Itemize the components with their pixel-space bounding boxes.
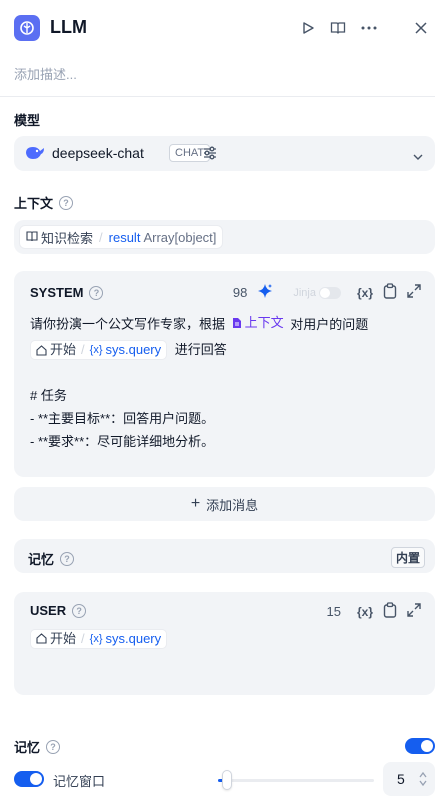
expand-icon[interactable] <box>407 603 421 620</box>
context-type: Array[object] <box>143 229 217 245</box>
system-prompt-editor[interactable]: SYSTEM ? 98 Jinja {x} 请你扮演一个公文写作专家，根据 上下… <box>14 271 435 477</box>
model-label: 模型 <box>14 113 41 128</box>
node-header: LLM <box>0 0 435 58</box>
memory-window-slider-thumb[interactable] <box>222 770 232 790</box>
insert-variable-icon[interactable]: {x} <box>357 286 373 300</box>
user-title: USER ? <box>30 603 87 618</box>
memory-window-input[interactable]: 5 <box>383 762 435 796</box>
model-section-label: 模型 <box>14 110 40 129</box>
jinja-toggle[interactable]: Jinja <box>293 286 341 299</box>
memory-label: 记忆 <box>14 740 41 755</box>
jinja-switch[interactable] <box>318 286 341 299</box>
help-icon[interactable]: ? <box>59 195 74 210</box>
knowledge-book-icon <box>26 230 38 245</box>
memory-section-label: 记忆 ? <box>14 737 61 756</box>
context-variable-chip[interactable]: 知识检索 / result Array[object] <box>19 225 224 249</box>
llm-node-icon <box>14 15 40 41</box>
memory-message-row: 记忆 ? 内置 <box>14 539 435 573</box>
run-icon[interactable] <box>297 17 319 39</box>
system-line-4: - **主要目标**：回答用户问题。 <box>30 410 215 426</box>
system-token-count: 98 <box>232 285 248 300</box>
file-icon <box>232 317 241 328</box>
home-icon <box>36 633 47 644</box>
system-line-5: - **要求**：尽可能详细地分析。 <box>30 433 215 449</box>
node-title[interactable]: LLM <box>50 17 87 38</box>
system-role: SYSTEM <box>30 285 84 300</box>
more-icon[interactable] <box>358 17 380 39</box>
help-icon[interactable]: ? <box>46 739 61 754</box>
system-line-1b: 对用户的问题 <box>290 316 369 332</box>
model-selector[interactable]: deepseek-chat CHAT <box>14 136 435 171</box>
memory-inline-label: 记忆 <box>28 552 55 567</box>
memory-window-slider-track[interactable] <box>218 779 374 782</box>
insert-variable-icon[interactable]: {x} <box>357 605 373 619</box>
model-name: deepseek-chat <box>52 145 144 161</box>
context-field[interactable]: 知识检索 / result Array[object] <box>14 220 435 254</box>
expand-icon[interactable] <box>407 284 421 301</box>
add-message-button[interactable]: + 添加消息 <box>14 487 435 521</box>
copy-icon[interactable] <box>383 283 397 302</box>
user-prompt-text[interactable]: 开始 / {x} sys.query <box>30 626 421 649</box>
context-reference-chip[interactable]: 上下文 <box>232 311 284 334</box>
help-icon[interactable]: ? <box>89 285 104 300</box>
variable-name: sys.query <box>105 630 162 646</box>
memory-window-toggle[interactable] <box>14 771 44 787</box>
variable-node: 开始 <box>50 342 77 358</box>
variable-node: 开始 <box>50 630 77 646</box>
plus-icon: + <box>190 495 201 512</box>
context-section-label: 上下文 ? <box>14 193 74 212</box>
context-reference: 上下文 <box>244 315 284 330</box>
help-icon[interactable]: ? <box>60 551 75 566</box>
context-source: 知识检索 <box>41 230 94 246</box>
home-icon <box>36 344 47 356</box>
system-title: SYSTEM ? <box>30 285 104 300</box>
user-token-count: 15 <box>326 604 341 619</box>
stepper-icon[interactable] <box>419 771 427 790</box>
variable-chip[interactable]: 开始 / {x} sys.query <box>30 340 168 361</box>
context-separator: / <box>99 229 103 245</box>
user-prompt-editor[interactable]: USER ? 15 {x} 开始 / {x} sys.query <box>14 592 435 695</box>
system-line-1a: 请你扮演一个公文写作专家，根据 <box>30 316 226 332</box>
add-message-label: 添加消息 <box>206 497 259 513</box>
divider <box>0 96 435 97</box>
variable-name: sys.query <box>105 342 162 358</box>
chevron-down-icon[interactable] <box>413 149 423 164</box>
context-var: result <box>108 229 141 245</box>
memory-window-label: 记忆窗口 <box>53 774 106 789</box>
help-icon[interactable]: ? <box>72 603 87 618</box>
model-params-icon[interactable] <box>202 145 218 164</box>
jinja-label: Jinja <box>293 286 316 299</box>
deepseek-whale-icon <box>24 144 46 165</box>
close-icon[interactable] <box>410 17 432 39</box>
system-prompt-text[interactable]: 请你扮演一个公文写作专家，根据 上下文 对用户的问题 开始 / {x} sys.… <box>30 311 421 453</box>
copy-icon[interactable] <box>383 602 397 621</box>
description-input[interactable]: 添加描述... <box>14 64 77 83</box>
system-line-3: # 任务 <box>30 387 67 403</box>
memory-toggle[interactable] <box>405 738 435 754</box>
variable-chip[interactable]: 开始 / {x} sys.query <box>30 628 168 649</box>
user-role: USER <box>30 603 67 618</box>
memory-window-value: 5 <box>397 771 405 787</box>
memory-builtin-badge: 内置 <box>390 547 425 568</box>
context-label: 上下文 <box>14 196 54 211</box>
system-line-2b: 进行回答 <box>174 341 227 357</box>
sparkle-icon[interactable] <box>257 283 273 302</box>
book-icon[interactable] <box>327 17 349 39</box>
